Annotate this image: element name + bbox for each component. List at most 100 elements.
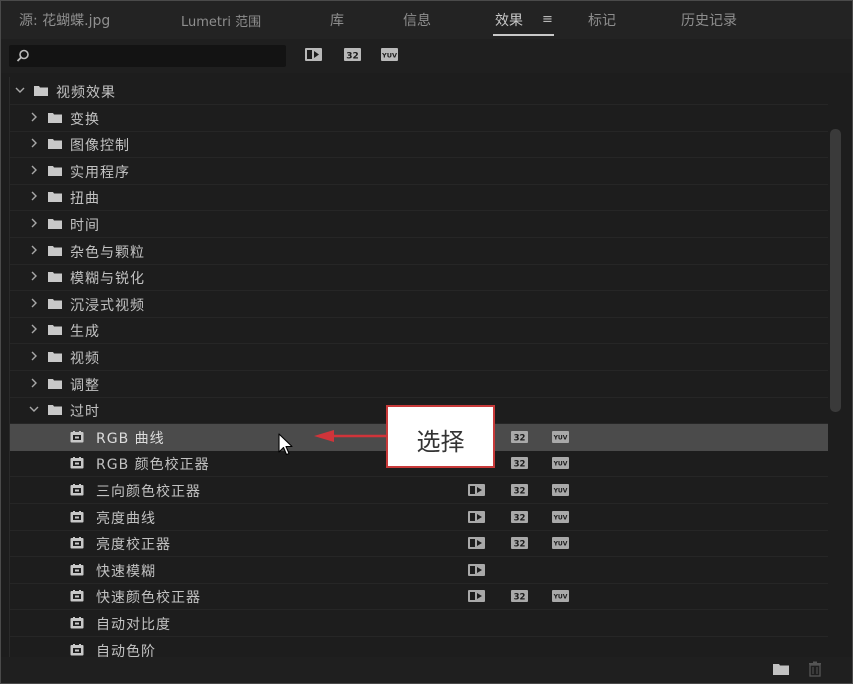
yuv-badge-icon: YUV (552, 537, 569, 550)
folder-label: 图像控制 (70, 138, 130, 155)
folder-icon (48, 192, 62, 203)
svg-text:32: 32 (514, 487, 526, 497)
search-input[interactable] (9, 45, 286, 67)
tab-source[interactable]: 源: 花蝴蝶.jpg (19, 10, 110, 30)
annotation-callout: 选择 (386, 405, 495, 468)
folder-icon (48, 139, 62, 150)
mouse-cursor-icon (278, 433, 293, 456)
folder-label: 视频效果 (56, 85, 116, 101)
folder-label: 沉浸式视频 (70, 297, 145, 314)
chevron-right-icon (31, 378, 37, 388)
folder-row[interactable]: 模糊与锐化 (10, 264, 828, 292)
search-icon (16, 49, 29, 62)
tab-libraries[interactable]: 库 (330, 10, 344, 30)
folder-row[interactable]: 时间 (10, 211, 828, 238)
folder-icon (48, 245, 62, 256)
yuv-badge-icon: YUV (552, 457, 569, 470)
folder-icon (34, 86, 48, 96)
effect-icon (70, 590, 84, 602)
effect-label: 自动色阶 (96, 643, 156, 657)
svg-text:YUV: YUV (553, 594, 568, 601)
effect-row[interactable]: 亮度校正器 32 YUV (10, 530, 828, 558)
accelerated-badge-icon (468, 590, 485, 603)
32-bit-badge-icon: 32 (511, 457, 528, 470)
folder-row[interactable]: 扭曲 (10, 184, 828, 212)
effect-icon (70, 457, 84, 469)
effect-label: 快速模糊 (96, 563, 156, 580)
chevron-right-icon (31, 271, 37, 281)
effects-tree: 视频效果变换图像控制实用程序扭曲时间杂色与颗粒模糊与锐化沉浸式视频生成视频调整过… (9, 77, 828, 657)
svg-text:32: 32 (514, 460, 526, 470)
folder-row[interactable]: 调整 (10, 371, 828, 398)
folder-icon (48, 112, 62, 123)
folder-row[interactable]: 图像控制 (10, 131, 828, 159)
scrollbar-thumb[interactable] (830, 129, 841, 412)
32-bit-badge-icon: 32 (511, 537, 528, 550)
yuv-effects-filter-icon[interactable]: YUV (380, 46, 399, 63)
svg-text:YUV: YUV (381, 52, 397, 60)
svg-text:YUV: YUV (553, 461, 568, 468)
32-bit-badge-icon: 32 (511, 510, 528, 523)
folder-label: 扭曲 (70, 191, 100, 208)
yuv-badge-icon: YUV (552, 590, 569, 603)
panel-menu-icon[interactable]: ≡ (542, 12, 553, 27)
tab-lumetri-scopes[interactable]: Lumetri 范围 (181, 11, 261, 30)
folder-row[interactable]: 视频效果 (10, 78, 828, 105)
folder-label: 过时 (70, 404, 100, 421)
active-tab-indicator (493, 34, 554, 36)
32-bit-badge-icon: 32 (511, 590, 528, 603)
chevron-right-icon (31, 324, 37, 334)
folder-icon (48, 325, 62, 336)
effect-icon (70, 430, 84, 443)
32-bit-effects-filter-icon[interactable]: 32 (343, 46, 362, 63)
chevron-down-icon (15, 87, 25, 93)
accelerated-badge-icon (468, 563, 485, 576)
new-bin-icon[interactable] (772, 661, 790, 677)
tab-history[interactable]: 历史记录 (681, 10, 737, 30)
folder-icon (48, 298, 62, 309)
folder-label: 杂色与颗粒 (70, 244, 145, 261)
chevron-right-icon (31, 112, 37, 122)
folder-label: 时间 (70, 218, 100, 234)
chevron-right-icon (31, 218, 37, 228)
svg-text:32: 32 (346, 52, 359, 62)
svg-text:32: 32 (514, 593, 526, 603)
effect-label: 亮度校正器 (96, 537, 171, 554)
tab-markers[interactable]: 标记 (588, 10, 616, 30)
svg-text:YUV: YUV (553, 514, 568, 521)
folder-row[interactable]: 生成 (10, 317, 828, 345)
folder-icon (48, 165, 62, 176)
folder-row[interactable]: 变换 (10, 105, 828, 132)
tab-effects[interactable]: 效果 (495, 10, 523, 30)
folder-label: 变换 (70, 111, 100, 128)
accelerated-badge-icon (468, 537, 485, 550)
folder-row[interactable]: 杂色与颗粒 (10, 238, 828, 265)
folder-label: 实用程序 (70, 164, 130, 181)
chevron-down-icon (29, 406, 39, 413)
folder-row[interactable]: 视频 (10, 344, 828, 371)
accelerated-badge-icon (468, 484, 485, 496)
accelerated-effects-filter-icon[interactable] (304, 46, 323, 63)
effect-row[interactable]: 快速模糊 (10, 557, 828, 584)
effect-row[interactable]: 亮度曲线 32 YUV (10, 504, 828, 531)
effect-icon (70, 537, 84, 549)
effect-row[interactable]: 快速颜色校正器 32 YUV (10, 583, 828, 611)
folder-label: 模糊与锐化 (70, 271, 145, 288)
folder-row[interactable]: 沉浸式视频 (10, 291, 828, 318)
folder-icon (48, 352, 62, 362)
effects-panel: 源: 花蝴蝶.jpg Lumetri 范围 库 信息 效果 ≡ 标记 历史记录 … (0, 0, 853, 684)
folder-label: 视频 (70, 351, 100, 367)
tab-info[interactable]: 信息 (403, 10, 431, 30)
folder-icon (48, 219, 62, 229)
effect-label: 快速颜色校正器 (96, 590, 201, 607)
folder-icon (48, 378, 62, 389)
svg-text:YUV: YUV (553, 488, 568, 495)
chevron-right-icon (31, 191, 37, 201)
effect-label: RGB 曲线 (96, 430, 165, 447)
effect-row[interactable]: 自动对比度 (10, 610, 828, 637)
folder-row[interactable]: 实用程序 (10, 158, 828, 185)
folder-icon (48, 405, 62, 416)
effect-row[interactable]: 三向颜色校正器 32 YUV (10, 477, 828, 504)
effect-row[interactable]: 自动色阶 (10, 637, 828, 657)
trash-icon[interactable] (806, 661, 824, 677)
